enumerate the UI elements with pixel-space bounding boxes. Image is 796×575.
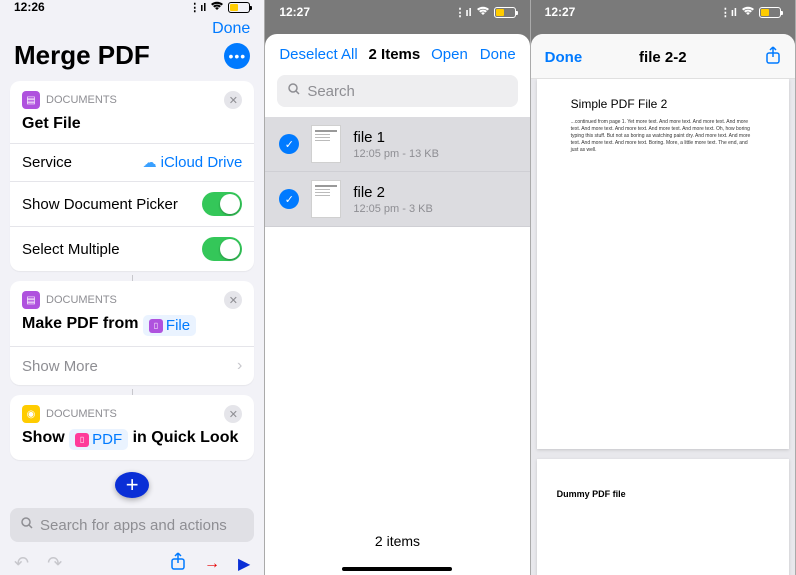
documents-icon: ◉ — [22, 405, 40, 423]
deselect-button[interactable]: Deselect All — [279, 46, 357, 63]
done-button[interactable]: Done — [212, 20, 250, 38]
battery-icon — [494, 7, 516, 18]
toggle-picker[interactable] — [202, 192, 242, 216]
card-badge: DOCUMENTS — [46, 408, 117, 420]
file-icon: ▯ — [149, 319, 163, 333]
undo-icon[interactable]: ↶ — [14, 553, 29, 574]
file-row[interactable]: ✓ file 1 12:05 pm - 13 KB — [265, 117, 529, 172]
more-button[interactable]: ••• — [224, 43, 250, 69]
signal-icon: ⋮ıl — [720, 6, 737, 19]
search-input[interactable]: Search — [277, 75, 517, 107]
items-count: 2 items — [265, 519, 529, 559]
nav-title: 2 Items — [358, 46, 431, 63]
file-name: file 1 — [353, 129, 439, 146]
status-icons: ⋮ıl — [189, 1, 250, 14]
nav-title: file 2-2 — [595, 49, 731, 66]
documents-icon: ▤ — [22, 91, 40, 109]
share-icon[interactable] — [170, 552, 186, 575]
pdf-viewport[interactable]: Simple PDF File 2 ...continued from page… — [531, 79, 795, 575]
file-thumbnail — [311, 180, 341, 218]
done-button[interactable]: Done — [545, 49, 595, 66]
close-icon[interactable]: ✕ — [224, 91, 242, 109]
documents-icon: ▤ — [22, 291, 40, 309]
wifi-icon — [741, 6, 755, 19]
file-row[interactable]: ✓ file 2 12:05 pm - 3 KB — [265, 172, 529, 227]
wifi-icon — [476, 6, 490, 19]
row-label: Service — [22, 154, 72, 171]
status-icons: ⋮ıl — [720, 6, 781, 19]
row-value: iCloud Drive — [161, 154, 243, 171]
search-icon — [20, 516, 34, 534]
close-icon[interactable]: ✕ — [224, 405, 242, 423]
close-icon[interactable]: ✕ — [224, 291, 242, 309]
action-prefix: Make PDF from — [22, 315, 138, 332]
search-placeholder: Search — [307, 83, 355, 100]
search-placeholder: Search for apps and actions — [40, 517, 227, 534]
battery-icon — [759, 7, 781, 18]
action-prefix: Show — [22, 429, 65, 446]
search-input[interactable]: Search for apps and actions — [10, 508, 254, 542]
row-label: Show More — [22, 358, 98, 375]
pdf-title: Dummy PDF file — [557, 489, 769, 499]
arrow-annotation: → — [204, 555, 220, 573]
status-time: 12:27 — [545, 5, 576, 19]
signal-icon: ⋮ıl — [455, 6, 472, 19]
home-indicator[interactable] — [342, 567, 452, 571]
row-picker: Show Document Picker — [10, 181, 254, 226]
file-meta: 12:05 pm - 3 KB — [353, 203, 433, 215]
row-service[interactable]: Service ☁ iCloud Drive — [10, 143, 254, 181]
action-card-makepdf: ▤ DOCUMENTS ✕ Make PDF from ▯ File Show … — [10, 281, 254, 385]
open-button[interactable]: Open — [431, 46, 468, 63]
file-thumbnail — [311, 125, 341, 163]
action-card-getfile: ▤ DOCUMENTS ✕ Get File Service ☁ iCloud … — [10, 81, 254, 271]
chevron-right-icon: › — [237, 357, 242, 375]
pdf-body: ...continued from page 1. Yet more text.… — [571, 119, 755, 154]
status-icons: ⋮ıl — [455, 6, 516, 19]
ellipsis-icon: ••• — [228, 49, 246, 63]
status-time: 12:27 — [279, 5, 310, 19]
row-label: Show Document Picker — [22, 196, 178, 213]
file-meta: 12:05 pm - 13 KB — [353, 148, 439, 160]
row-label: Select Multiple — [22, 241, 120, 258]
variable-pill-pdf[interactable]: ▯ PDF — [69, 429, 128, 450]
pdf-title: Simple PDF File 2 — [571, 97, 775, 111]
battery-icon — [228, 2, 250, 13]
row-showmore[interactable]: Show More › — [10, 346, 254, 385]
share-button[interactable] — [731, 46, 781, 68]
page-title: Merge PDF — [14, 40, 150, 71]
check-icon[interactable]: ✓ — [279, 189, 299, 209]
action-suffix: in Quick Look — [133, 429, 239, 446]
wifi-icon — [210, 1, 224, 14]
pdf-page-2: Dummy PDF file — [537, 459, 789, 575]
action-card-quicklook: ◉ DOCUMENTS ✕ Show ▯ PDF in Quick Look — [10, 395, 254, 460]
cloud-icon: ☁ — [143, 154, 157, 171]
pdf-page-1: Simple PDF File 2 ...continued from page… — [537, 79, 789, 449]
card-title: Get File — [10, 113, 254, 143]
card-badge: DOCUMENTS — [46, 294, 117, 306]
variable-pill-file[interactable]: ▯ File — [143, 315, 196, 336]
redo-icon[interactable]: ↷ — [47, 553, 62, 574]
signal-icon: ⋮ıl — [189, 1, 206, 14]
check-icon[interactable]: ✓ — [279, 134, 299, 154]
done-button[interactable]: Done — [480, 46, 516, 63]
file-name: file 2 — [353, 184, 433, 201]
add-action-button[interactable]: + — [115, 472, 149, 498]
status-time: 12:26 — [14, 0, 45, 14]
card-badge: DOCUMENTS — [46, 94, 117, 106]
play-button[interactable]: ▶ — [238, 554, 250, 574]
toggle-multiple[interactable] — [202, 237, 242, 261]
search-icon — [287, 82, 301, 100]
pdf-icon: ▯ — [75, 433, 89, 447]
row-multiple: Select Multiple — [10, 226, 254, 271]
